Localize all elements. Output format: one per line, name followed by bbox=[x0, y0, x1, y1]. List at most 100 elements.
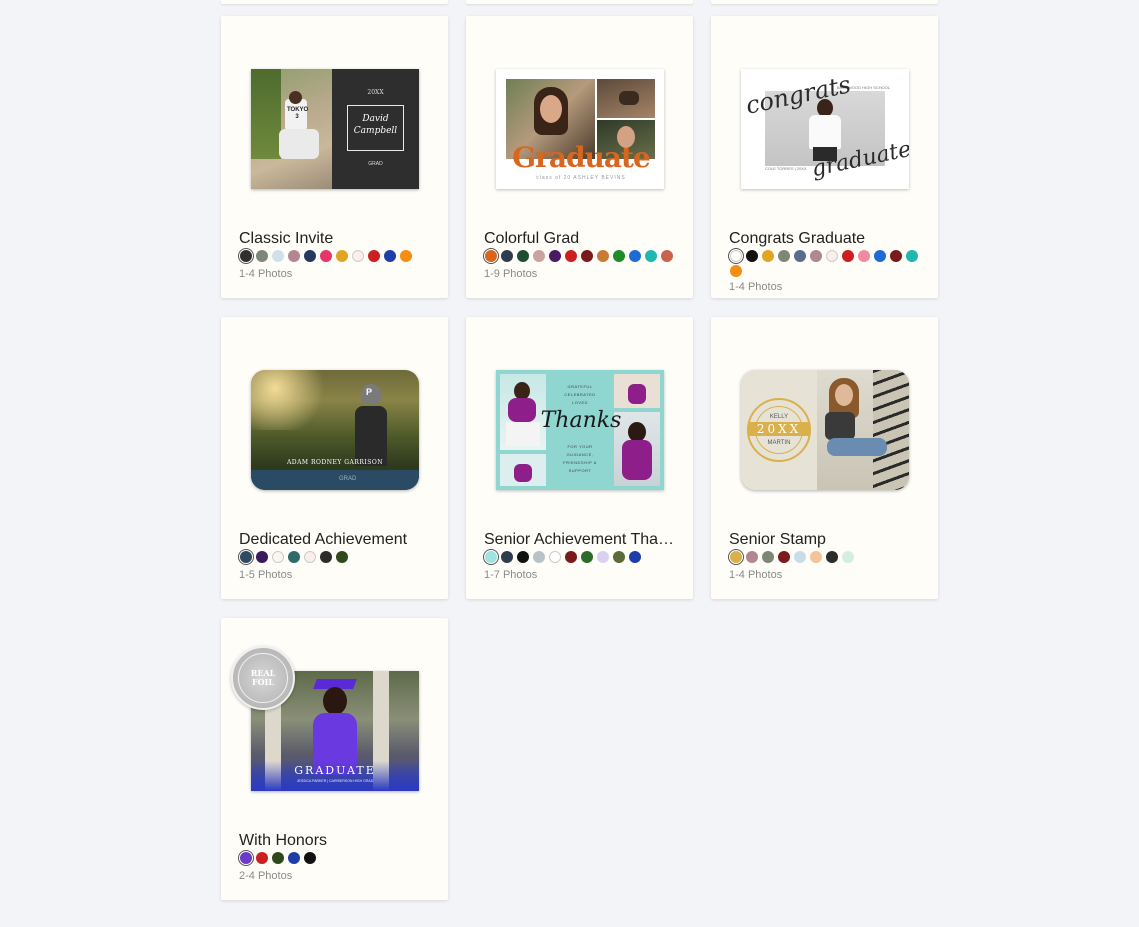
template-title[interactable]: Senior Stamp bbox=[729, 531, 924, 549]
color-swatch[interactable] bbox=[565, 551, 577, 563]
color-swatch[interactable] bbox=[597, 551, 609, 563]
template-title[interactable]: Classic Invite bbox=[239, 230, 434, 248]
color-swatch[interactable] bbox=[533, 250, 545, 262]
color-swatch[interactable] bbox=[485, 551, 497, 563]
color-swatch[interactable] bbox=[549, 250, 561, 262]
color-swatch[interactable] bbox=[288, 250, 300, 262]
color-swatch[interactable] bbox=[240, 852, 252, 864]
color-swatch[interactable] bbox=[336, 250, 348, 262]
color-swatch[interactable] bbox=[304, 250, 316, 262]
color-swatch[interactable] bbox=[613, 551, 625, 563]
color-swatch[interactable] bbox=[778, 551, 790, 563]
template-title[interactable]: Senior Achievement Thank You bbox=[484, 531, 679, 549]
color-swatch[interactable] bbox=[501, 551, 513, 563]
cap-letter: P bbox=[366, 387, 373, 397]
color-swatch[interactable] bbox=[320, 250, 332, 262]
color-swatch[interactable] bbox=[256, 250, 268, 262]
color-swatch[interactable] bbox=[794, 551, 806, 563]
color-swatch[interactable] bbox=[842, 250, 854, 262]
line-text: FRIENDSHIP & bbox=[563, 460, 597, 465]
color-swatch[interactable] bbox=[272, 852, 284, 864]
template-title[interactable]: Congrats Graduate bbox=[729, 230, 924, 248]
color-swatch[interactable] bbox=[842, 551, 854, 563]
color-swatch[interactable] bbox=[517, 551, 529, 563]
template-title[interactable]: Dedicated Achievement bbox=[239, 531, 434, 549]
line-text: GRATEFUL bbox=[567, 384, 593, 389]
first-name: KELLY bbox=[769, 414, 789, 420]
color-swatch[interactable] bbox=[272, 250, 284, 262]
name-script: David bbox=[362, 114, 389, 124]
template-card-congrats-graduate[interactable]: BRENWOOD HIGH SCHOOL COLE TORRES | 20XX … bbox=[711, 16, 938, 298]
color-swatch[interactable] bbox=[629, 250, 641, 262]
template-thumbnail[interactable]: Graduate class of 20 ASHLEY BEVINS bbox=[496, 69, 664, 189]
photo-count: 1-7 Photos bbox=[484, 569, 538, 581]
template-title[interactable]: Colorful Grad bbox=[484, 230, 679, 248]
color-swatch[interactable] bbox=[810, 250, 822, 262]
color-swatch[interactable] bbox=[858, 250, 870, 262]
template-card-senior-achievement-thank-you[interactable]: GRATEFUL CELEBRATED LOVED Thanks FOR YOU… bbox=[466, 317, 693, 599]
color-swatch[interactable] bbox=[874, 250, 886, 262]
template-card-classic-invite[interactable]: TOKYO 3 20XX David Campbell GRAD Classic… bbox=[221, 16, 448, 298]
color-swatch[interactable] bbox=[565, 250, 577, 262]
color-swatch[interactable] bbox=[384, 250, 396, 262]
color-swatch[interactable] bbox=[597, 250, 609, 262]
color-swatch[interactable] bbox=[810, 551, 822, 563]
template-thumbnail[interactable]: GRATEFUL CELEBRATED LOVED Thanks FOR YOU… bbox=[496, 370, 664, 490]
color-swatch[interactable] bbox=[826, 250, 838, 262]
color-swatch[interactable] bbox=[906, 250, 918, 262]
color-swatch[interactable] bbox=[661, 250, 673, 262]
color-swatch[interactable] bbox=[613, 250, 625, 262]
color-swatch[interactable] bbox=[288, 551, 300, 563]
card-partial bbox=[466, 0, 693, 4]
color-swatch[interactable] bbox=[272, 551, 284, 563]
color-swatch[interactable] bbox=[501, 250, 513, 262]
template-card-colorful-grad[interactable]: Graduate class of 20 ASHLEY BEVINS Color… bbox=[466, 16, 693, 298]
color-swatch[interactable] bbox=[645, 250, 657, 262]
template-thumbnail[interactable]: TOKYO 3 20XX David Campbell GRAD bbox=[251, 69, 419, 189]
color-swatch[interactable] bbox=[549, 551, 561, 563]
photo-count: 1-4 Photos bbox=[729, 281, 783, 293]
stamp-seal: KELLY 20XX MARTIN bbox=[747, 398, 811, 462]
color-swatch[interactable] bbox=[400, 250, 412, 262]
color-swatch[interactable] bbox=[629, 551, 641, 563]
template-title[interactable]: With Honors bbox=[239, 832, 434, 850]
template-thumbnail[interactable]: P ADAM RODNEY GARRISON GRAD bbox=[251, 370, 419, 490]
color-swatch[interactable] bbox=[746, 250, 758, 262]
color-swatch[interactable] bbox=[890, 250, 902, 262]
color-swatch[interactable] bbox=[240, 250, 252, 262]
template-card-dedicated-achievement[interactable]: P ADAM RODNEY GARRISON GRAD Dedicated Ac… bbox=[221, 317, 448, 599]
color-swatch[interactable] bbox=[746, 551, 758, 563]
color-swatch[interactable] bbox=[336, 551, 348, 563]
color-swatch[interactable] bbox=[288, 852, 300, 864]
color-swatch[interactable] bbox=[826, 551, 838, 563]
color-swatch[interactable] bbox=[240, 551, 252, 563]
color-swatch[interactable] bbox=[581, 551, 593, 563]
color-swatch[interactable] bbox=[581, 250, 593, 262]
color-swatch[interactable] bbox=[794, 250, 806, 262]
template-card-senior-stamp[interactable]: KELLY 20XX MARTIN Senior Stamp 1-4 Photo… bbox=[711, 317, 938, 599]
template-thumbnail[interactable]: BRENWOOD HIGH SCHOOL COLE TORRES | 20XX … bbox=[741, 69, 909, 189]
color-swatch[interactable] bbox=[256, 852, 268, 864]
color-swatch[interactable] bbox=[304, 551, 316, 563]
color-swatch[interactable] bbox=[485, 250, 497, 262]
invite-panel: 20XX David Campbell GRAD bbox=[332, 69, 419, 189]
template-card-with-honors[interactable]: GRADUATE JESSICA PARKER | CARRIERSON HIG… bbox=[221, 618, 448, 900]
color-swatch[interactable] bbox=[762, 250, 774, 262]
color-swatch[interactable] bbox=[778, 250, 790, 262]
color-swatch[interactable] bbox=[730, 551, 742, 563]
color-swatch[interactable] bbox=[256, 551, 268, 563]
color-swatch[interactable] bbox=[304, 852, 316, 864]
color-swatch[interactable] bbox=[352, 250, 364, 262]
color-swatch[interactable] bbox=[368, 250, 380, 262]
color-swatch[interactable] bbox=[762, 551, 774, 563]
headline-text: Graduate bbox=[512, 141, 651, 174]
template-thumbnail[interactable]: KELLY 20XX MARTIN bbox=[741, 370, 909, 490]
color-swatch[interactable] bbox=[730, 250, 742, 262]
color-swatch[interactable] bbox=[533, 551, 545, 563]
name-script: Campbell bbox=[353, 126, 398, 136]
color-swatch[interactable] bbox=[320, 551, 332, 563]
color-swatch[interactable] bbox=[730, 265, 742, 277]
color-swatch[interactable] bbox=[517, 250, 529, 262]
color-swatches bbox=[240, 852, 430, 864]
photo bbox=[614, 374, 660, 408]
